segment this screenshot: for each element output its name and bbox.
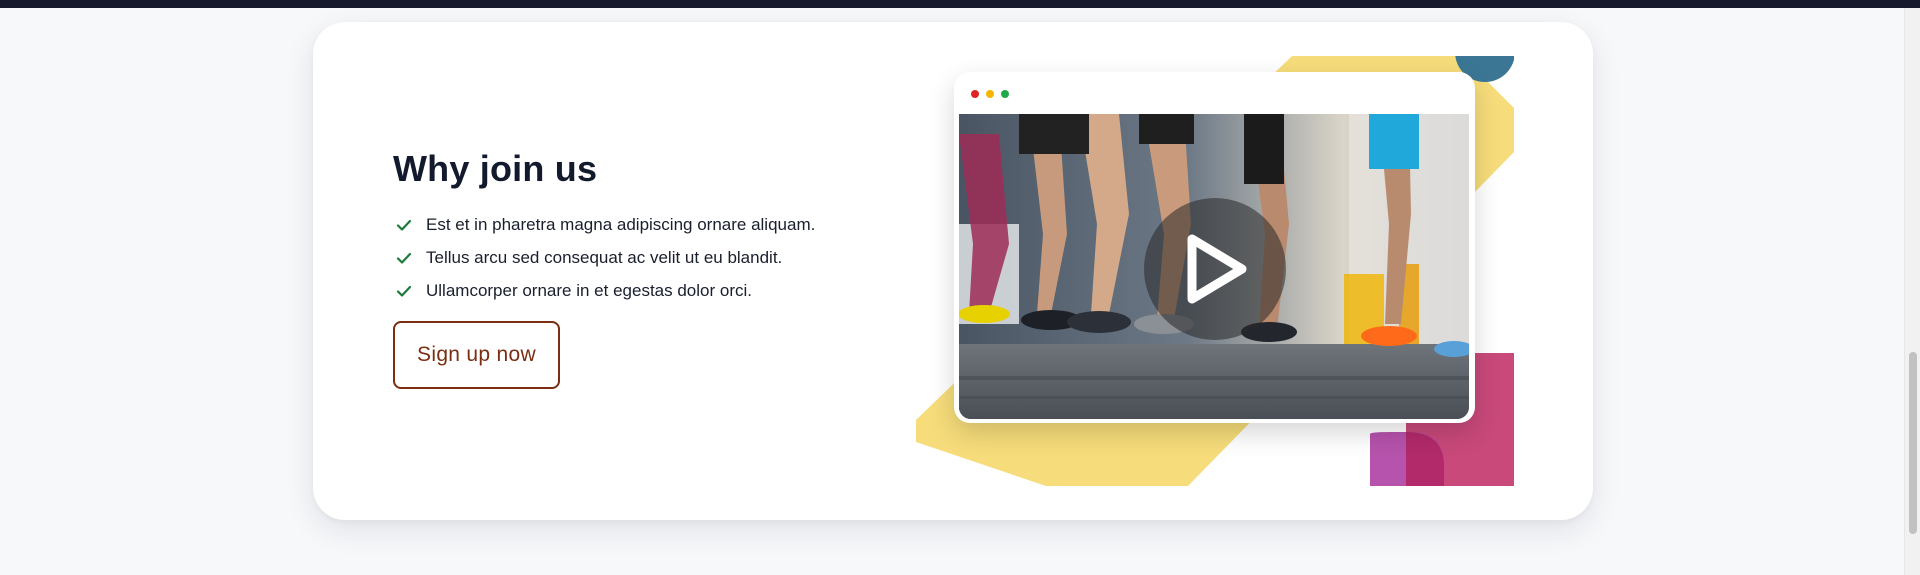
section-heading: Why join us (393, 148, 598, 189)
check-icon (396, 283, 412, 299)
minimize-dot (986, 90, 994, 98)
list-item: Tellus arcu sed consequat ac velit ut eu… (396, 241, 815, 274)
scrollbar-thumb[interactable] (1909, 352, 1917, 534)
benefit-text: Est et in pharetra magna adipiscing orna… (426, 214, 816, 234)
check-icon (396, 250, 412, 266)
list-item: Ullamcorper ornare in et egestas dolor o… (396, 274, 815, 307)
list-item: Est et in pharetra magna adipiscing orna… (396, 208, 815, 241)
play-button[interactable] (1144, 198, 1286, 340)
sign-up-button[interactable]: Sign up now (393, 321, 560, 389)
play-icon (1187, 234, 1247, 304)
benefit-text: Tellus arcu sed consequat ac velit ut eu… (426, 247, 783, 267)
top-navigation-bar-edge (0, 0, 1920, 8)
check-icon (396, 217, 412, 233)
window-controls (971, 90, 1009, 98)
close-dot (971, 90, 979, 98)
video-window (954, 72, 1475, 423)
maximize-dot (1001, 90, 1009, 98)
benefit-text: Ullamcorper ornare in et egestas dolor o… (426, 280, 752, 300)
video-thumbnail[interactable] (959, 114, 1469, 419)
benefits-list: Est et in pharetra magna adipiscing orna… (396, 208, 815, 307)
